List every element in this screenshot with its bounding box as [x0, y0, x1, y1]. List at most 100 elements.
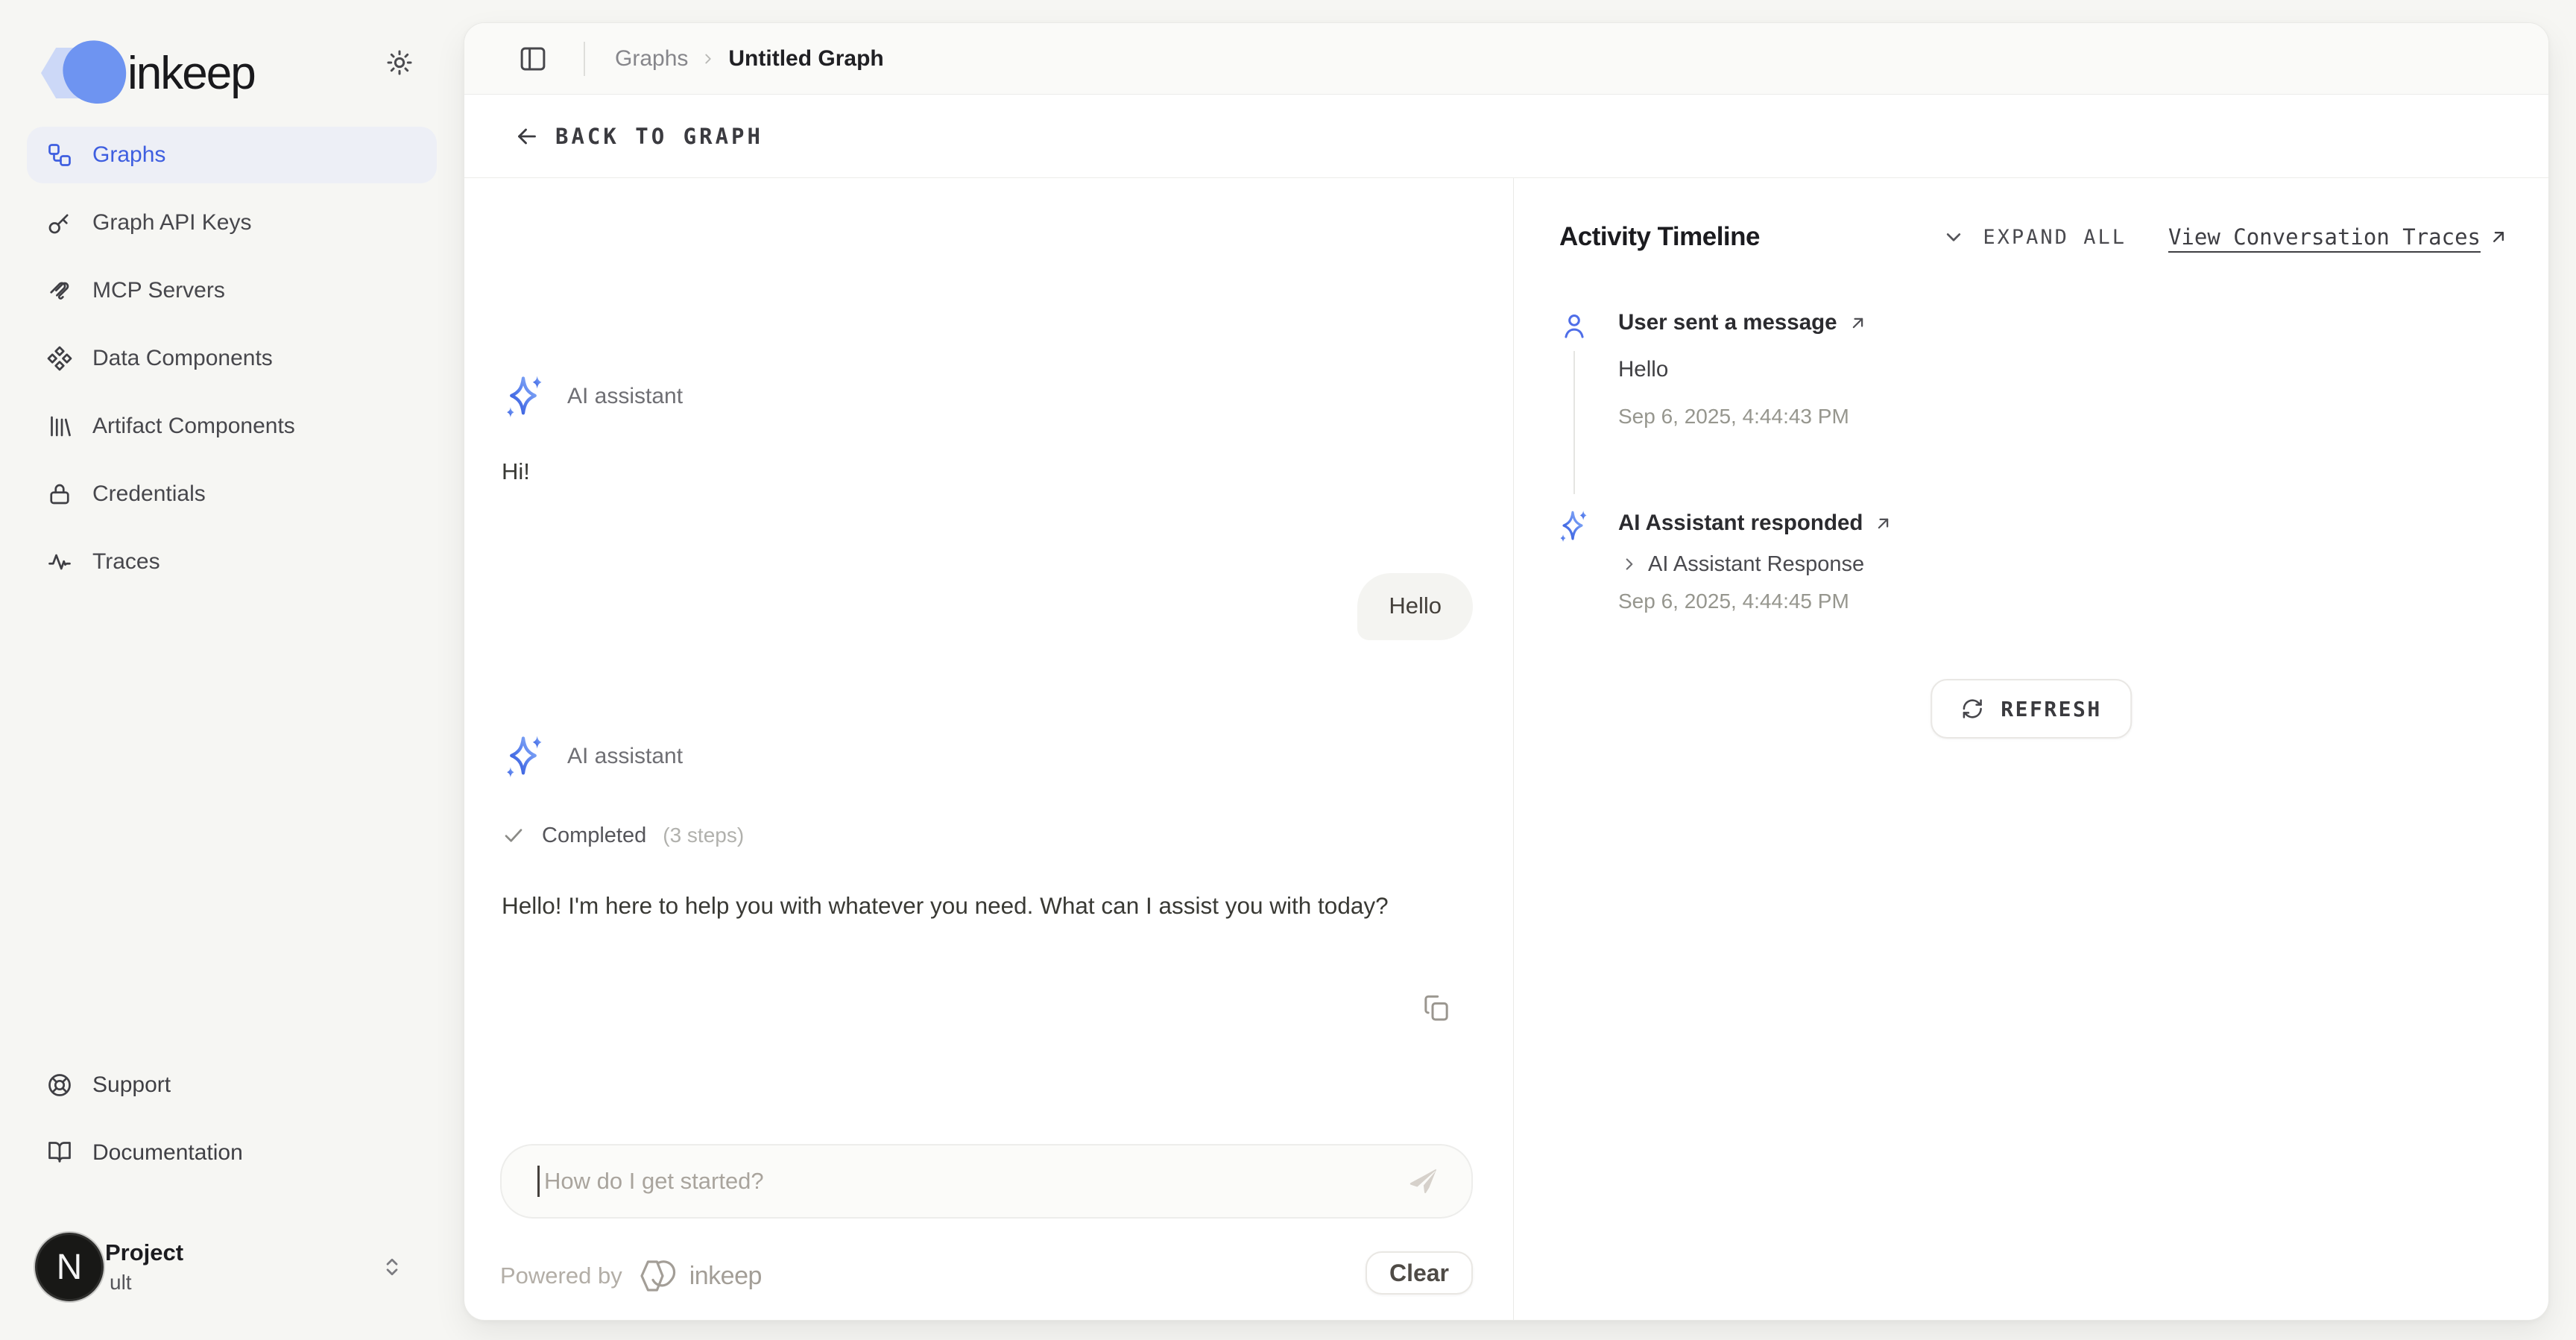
breadcrumb: Graphs Untitled Graph: [615, 46, 884, 72]
timeline-event-title-row[interactable]: AI Assistant responded: [1618, 507, 1893, 540]
chevrons-up-down-icon: [379, 1254, 405, 1280]
arrow-left-icon: [514, 123, 540, 150]
sidebar-item-support[interactable]: Support: [27, 1057, 437, 1113]
sidebar-item-mcp-servers[interactable]: MCP Servers: [27, 262, 437, 319]
sun-icon: [385, 48, 414, 78]
arrow-up-right-icon[interactable]: [1848, 313, 1868, 333]
sparkles-icon: [1557, 509, 1588, 543]
sidebar-item-label: Graph API Keys: [92, 210, 251, 236]
library-icon: [46, 413, 73, 440]
chat-input[interactable]: How do I get started?: [500, 1144, 1473, 1219]
back-to-graph-button[interactable]: BACK TO GRAPH: [514, 123, 763, 150]
life-buoy-icon: [46, 1072, 73, 1099]
breadcrumb-current: Untitled Graph: [728, 46, 883, 72]
sidebar-item-credentials[interactable]: Credentials: [27, 466, 437, 522]
timeline-event-body: Hello: [1618, 357, 1668, 382]
refresh-label: REFRESH: [2001, 697, 2102, 721]
sidebar-item-data-components[interactable]: Data Components: [27, 330, 437, 387]
sidebar-item-label: Data Components: [92, 346, 273, 371]
view-traces-label: View Conversation Traces: [2168, 224, 2481, 250]
theme-toggle-button[interactable]: [380, 43, 419, 82]
timeline-panel: Activity Timeline EXPAND ALL View Conver…: [1513, 178, 2548, 1320]
assistant-label: AI assistant: [567, 384, 683, 409]
divider: [584, 42, 585, 76]
assistant-message: Hello! I'm here to help you with whateve…: [502, 886, 1471, 926]
completion-status[interactable]: Completed (3 steps): [502, 819, 744, 852]
expand-all-button[interactable]: EXPAND ALL: [1983, 226, 2127, 249]
timeline-event-title: User sent a message: [1618, 310, 1837, 335]
breadcrumb-bar: Graphs Untitled Graph: [464, 23, 2548, 95]
back-bar: BACK TO GRAPH: [464, 95, 2548, 178]
sidebar-toggle-button[interactable]: [517, 42, 549, 75]
timeline-header: Activity Timeline EXPAND ALL View Conver…: [1559, 217, 2509, 257]
nextjs-avatar[interactable]: N: [35, 1233, 104, 1301]
sidebar-item-traces[interactable]: Traces: [27, 534, 437, 590]
sidebar: inkeep Graphs Graph API Keys MCP Servers: [0, 0, 464, 1340]
user-icon: [1560, 312, 1588, 340]
sidebar-item-graphs[interactable]: Graphs: [27, 127, 437, 183]
sidebar-item-artifact-components[interactable]: Artifact Components: [27, 398, 437, 455]
assistant-response-toggle[interactable]: AI Assistant Response: [1620, 549, 1864, 579]
text-cursor: [537, 1166, 540, 1197]
project-info: Project ult: [105, 1239, 183, 1295]
sparkles-icon: [503, 733, 543, 780]
breadcrumb-graphs[interactable]: Graphs: [615, 46, 688, 72]
chevron-down-icon[interactable]: [1941, 224, 1966, 250]
component-icon: [46, 345, 73, 372]
avatar-letter: N: [57, 1247, 83, 1288]
powered-by-row[interactable]: Powered by inkeep: [500, 1256, 762, 1296]
timeline-title: Activity Timeline: [1559, 222, 1760, 252]
refresh-icon: [1960, 697, 1984, 721]
inkeep-wordmark: inkeep: [127, 47, 255, 100]
sidebar-item-graph-api-keys[interactable]: Graph API Keys: [27, 195, 437, 251]
assistant-message-header: AI assistant: [503, 373, 683, 420]
sidebar-item-label: Support: [92, 1072, 171, 1098]
sparkles-icon: [503, 373, 543, 420]
sidebar-footer: Support Documentation: [27, 1057, 437, 1192]
sidebar-item-label: Traces: [92, 549, 160, 575]
sidebar-item-label: Graphs: [92, 142, 165, 168]
status-label: Completed: [542, 824, 646, 848]
timeline-event-title: AI Assistant responded: [1618, 511, 1863, 536]
content-area: AI assistant Hi! Hello AI assistant: [464, 178, 2548, 1320]
timeline-event-title-row[interactable]: User sent a message: [1618, 306, 1868, 339]
sidebar-item-label: MCP Servers: [92, 278, 225, 303]
timeline-event-timestamp: Sep 6, 2025, 4:44:43 PM: [1618, 405, 1849, 429]
copy-button[interactable]: [1421, 990, 1457, 1026]
mcp-icon: [46, 277, 73, 304]
inkeep-logo[interactable]: inkeep: [41, 39, 255, 107]
status-steps: (3 steps): [663, 824, 744, 847]
sidebar-item-documentation[interactable]: Documentation: [27, 1125, 437, 1181]
view-conversation-traces-link[interactable]: View Conversation Traces: [2168, 224, 2509, 250]
project-subtitle: ult: [110, 1271, 183, 1295]
chevron-right-icon: [700, 51, 716, 67]
project-switcher[interactable]: N Project ult: [22, 1215, 437, 1319]
sidebar-item-label: Artifact Components: [92, 414, 295, 439]
send-icon[interactable]: [1404, 1164, 1439, 1198]
clear-button[interactable]: Clear: [1366, 1251, 1473, 1295]
lock-icon: [46, 481, 73, 508]
workflow-icon: [46, 142, 73, 168]
timeline-event-timestamp: Sep 6, 2025, 4:44:45 PM: [1618, 590, 1849, 613]
input-placeholder: How do I get started?: [544, 1168, 764, 1195]
assistant-response-label: AI Assistant Response: [1648, 552, 1864, 577]
arrow-up-right-icon: [2488, 227, 2509, 247]
project-title: Project: [105, 1239, 183, 1266]
assistant-message: Hi!: [502, 458, 530, 485]
inkeep-logo-icon: [41, 39, 110, 107]
check-icon: [502, 824, 525, 847]
refresh-button[interactable]: REFRESH: [1931, 679, 2132, 739]
powered-by-label: Powered by: [500, 1262, 622, 1289]
main-card: Graphs Untitled Graph BACK TO GRAPH: [464, 22, 2549, 1321]
book-open-icon: [46, 1140, 73, 1166]
assistant-label: AI assistant: [567, 744, 683, 769]
back-to-graph-label: BACK TO GRAPH: [555, 124, 763, 149]
inkeep-glyph-icon: [636, 1259, 681, 1293]
sidebar-item-label: Documentation: [92, 1140, 243, 1166]
powered-by-brand: inkeep: [689, 1262, 762, 1291]
panel-left-icon: [517, 43, 549, 75]
arrow-up-right-icon[interactable]: [1873, 513, 1893, 534]
chevron-right-icon: [1620, 554, 1639, 574]
sidebar-item-label: Credentials: [92, 481, 206, 507]
assistant-message-header: AI assistant: [503, 733, 683, 780]
